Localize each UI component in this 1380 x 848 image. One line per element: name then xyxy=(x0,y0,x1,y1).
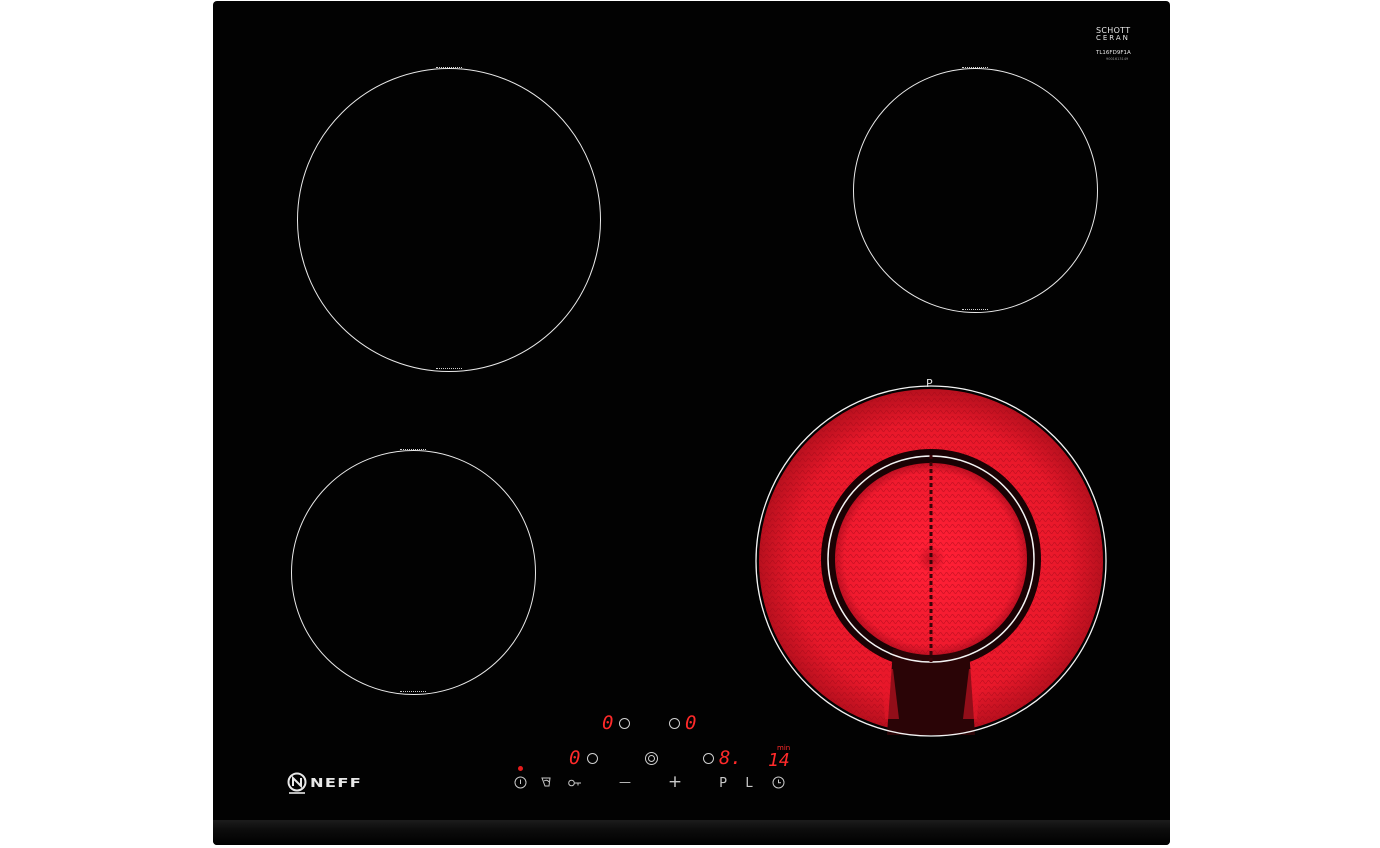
zone-marker xyxy=(436,368,462,373)
extended-zone-indicator: P xyxy=(926,377,933,390)
child-lock-icon[interactable] xyxy=(540,776,554,790)
timer-display: 14 xyxy=(768,750,790,771)
power-indicator-led xyxy=(518,766,523,771)
powerboost-button[interactable]: P xyxy=(717,777,729,790)
front-left-cooking-zone[interactable] xyxy=(291,450,536,695)
rear-right-cooking-zone[interactable] xyxy=(853,68,1098,313)
dual-zone-button-inner xyxy=(648,755,655,762)
front-left-zone-select[interactable] xyxy=(587,753,598,764)
plus-button[interactable]: + xyxy=(667,774,683,791)
zone-marker xyxy=(436,67,462,72)
key-icon[interactable] xyxy=(568,778,582,788)
front-right-level-display: 8. xyxy=(719,747,742,769)
zone-marker xyxy=(400,691,426,696)
front-right-cooking-zone[interactable] xyxy=(753,379,1109,743)
zone-marker xyxy=(962,309,988,314)
neff-logo: NEFF xyxy=(287,772,361,796)
front-right-zone-select[interactable] xyxy=(703,753,714,764)
front-left-level-display: 0 xyxy=(569,747,581,769)
zone-marker xyxy=(400,449,426,454)
rear-left-zone-select[interactable] xyxy=(619,718,630,729)
neff-emblem-icon xyxy=(287,772,307,794)
hob-front-edge xyxy=(213,820,1170,845)
clock-icon[interactable] xyxy=(772,776,785,789)
zone-marker xyxy=(962,67,988,72)
schott-ceran-logo: SCHOTT CERAN xyxy=(1096,26,1131,42)
power-icon[interactable] xyxy=(514,776,527,789)
serial-code: 9001613149 xyxy=(1106,57,1129,61)
rear-left-cooking-zone[interactable] xyxy=(297,68,601,372)
model-code: TL16FD9F1A xyxy=(1096,50,1131,56)
keep-warm-button[interactable]: L xyxy=(743,777,755,790)
neff-wordmark: NEFF xyxy=(310,776,363,790)
minus-button[interactable]: — xyxy=(617,776,633,788)
rear-right-zone-select[interactable] xyxy=(669,718,680,729)
rear-right-level-display: 0 xyxy=(685,712,697,734)
cooktop-glass: SCHOTT CERAN TL16FD9F1A 9001613149 P 0 0… xyxy=(213,1,1170,845)
rear-left-level-display: 0 xyxy=(602,712,614,734)
